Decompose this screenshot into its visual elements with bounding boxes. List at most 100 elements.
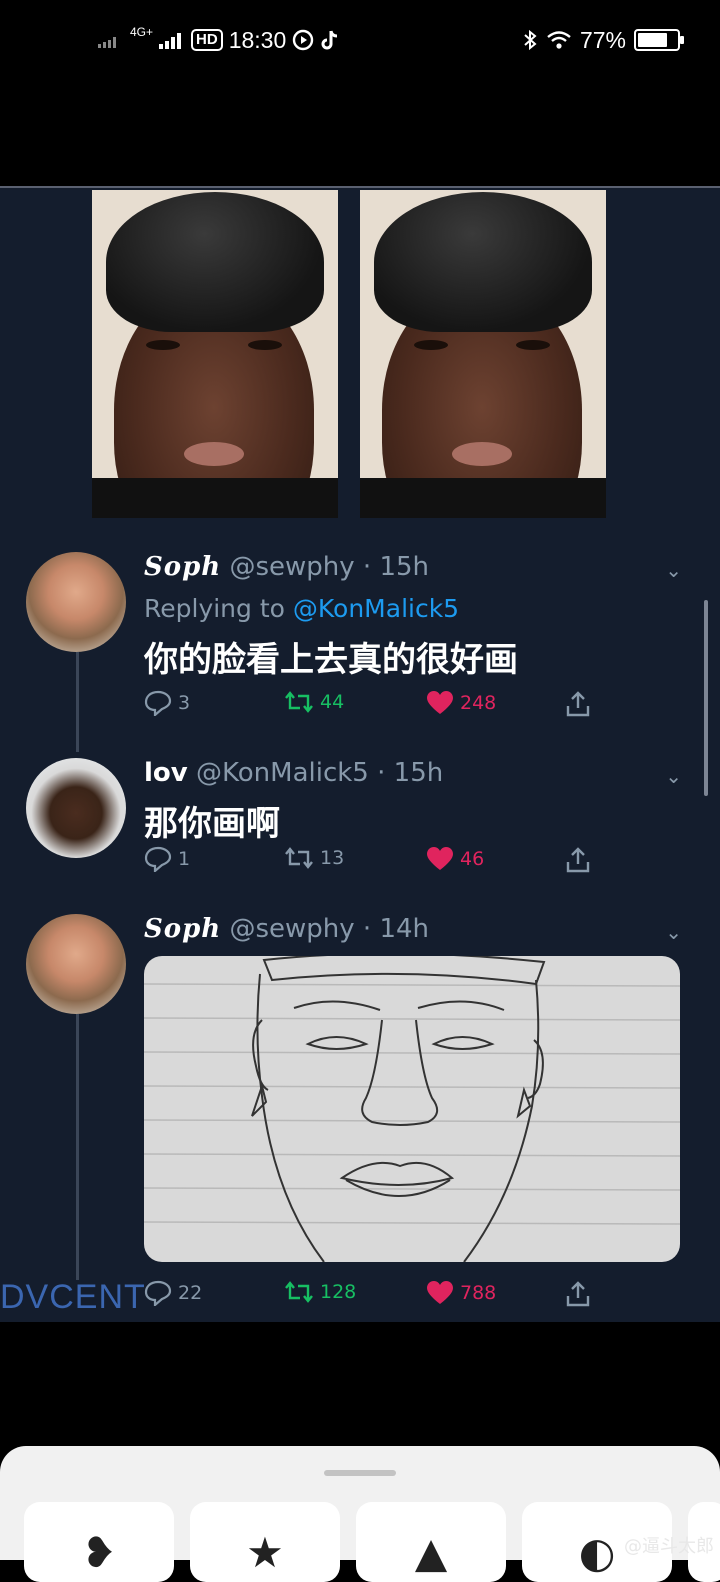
weibo-watermark: @逼斗太郎 — [624, 1536, 714, 1557]
shirt — [92, 478, 338, 518]
status-left: 4G+ HD 18:30 — [98, 22, 340, 58]
retweet-button[interactable]: 128 — [284, 1280, 356, 1304]
chevron-down-icon[interactable]: ⌄ — [665, 764, 682, 788]
scrollbar[interactable] — [704, 600, 708, 796]
like-count: 248 — [460, 692, 497, 714]
share-icon — [566, 691, 590, 717]
signal-strength-icon — [159, 33, 182, 49]
retweet-count: 13 — [320, 847, 345, 869]
status-right: 77% — [522, 22, 684, 58]
timestamp: · 15h — [362, 552, 430, 582]
portrait-photo-left — [92, 190, 338, 518]
network-label: 4G+ — [130, 25, 154, 39]
star-icon: ★ — [246, 1528, 284, 1577]
thread-line — [76, 1014, 79, 1280]
pin-icon: ▲ — [414, 1528, 448, 1577]
tweet-header: Soph @sewphy · 14h — [144, 914, 429, 944]
retweet-count: 44 — [320, 691, 345, 713]
replying-to: Replying to @KonMalick5 — [144, 594, 459, 623]
reply-button[interactable]: 22 — [144, 1280, 202, 1306]
replying-prefix: Replying to — [144, 594, 293, 623]
eye — [248, 340, 282, 350]
durag — [374, 192, 592, 332]
chevron-down-icon[interactable]: ⌄ — [665, 920, 682, 944]
sheet-action-tile[interactable]: ★ — [190, 1502, 340, 1582]
reply-count: 1 — [178, 848, 191, 870]
sheet-action-tile[interactable]: ▲ — [356, 1502, 506, 1582]
sheet-action-tile[interactable]: ❥ — [24, 1502, 174, 1582]
display-name[interactable]: lov — [144, 758, 188, 788]
chevron-down-icon[interactable]: ⌄ — [665, 558, 682, 582]
reply-icon — [144, 690, 172, 716]
avatar[interactable] — [26, 758, 126, 858]
eye — [146, 340, 180, 350]
retweet-button[interactable]: 13 — [284, 846, 344, 870]
eye — [414, 340, 448, 350]
watermark: DVCENT — [0, 1278, 146, 1316]
tweet-actions: 3 44 248 — [144, 690, 604, 724]
share-icon — [566, 847, 590, 873]
lips — [452, 442, 512, 466]
tweet-actions: 22 128 788 — [144, 1280, 604, 1314]
mention-link[interactable]: @KonMalick5 — [293, 594, 459, 623]
reply-count: 22 — [178, 1282, 203, 1304]
timestamp: · 14h — [362, 914, 430, 944]
play-icon — [293, 29, 314, 51]
share-button[interactable] — [564, 846, 592, 874]
pencil-sketch — [144, 956, 680, 1262]
reply-icon — [144, 846, 172, 872]
timestamp: · 15h — [377, 758, 444, 788]
lips — [184, 442, 244, 466]
like-count: 46 — [460, 848, 485, 870]
retweet-icon — [285, 847, 313, 869]
hd-voice-icon: HD — [191, 29, 223, 51]
status-bar: 4G+ HD 18:30 77% — [0, 0, 720, 66]
heart-icon — [427, 1281, 453, 1304]
like-button[interactable]: 46 — [426, 846, 484, 872]
display-name[interactable]: Soph — [144, 914, 221, 944]
eye — [516, 340, 550, 350]
handle[interactable]: @sewphy — [229, 552, 354, 582]
tweet-header: Soph @sewphy · 15h — [144, 552, 429, 582]
retweet-count: 128 — [320, 1281, 357, 1303]
heart-icon — [427, 847, 453, 870]
battery-percent: 77% — [579, 26, 626, 53]
avatar[interactable] — [26, 914, 126, 1014]
sheet-drag-handle[interactable] — [324, 1470, 396, 1476]
heart-icon — [427, 691, 453, 714]
retweet-button[interactable]: 44 — [284, 690, 344, 714]
display-name[interactable]: Soph — [144, 552, 221, 582]
handle[interactable]: @KonMalick5 — [196, 758, 369, 788]
tweet-text: 那你画啊 — [144, 804, 280, 844]
durag — [106, 192, 324, 332]
share-sheet: ❥ ★ ▲ ◐ — [0, 1446, 720, 1582]
wifi-icon — [547, 31, 571, 49]
tweet-thread-screenshot: Soph @sewphy · 15h ⌄ Replying to @KonMal… — [0, 186, 720, 1322]
battery-fill — [638, 33, 667, 47]
bluetooth-icon — [524, 29, 537, 51]
reply-icon — [144, 1280, 172, 1306]
tweet-text: 你的脸看上去真的很好画 — [144, 640, 518, 680]
share-icon — [566, 1281, 590, 1307]
reply-button[interactable]: 3 — [144, 690, 190, 716]
like-button[interactable]: 788 — [426, 1280, 496, 1306]
share-button[interactable] — [564, 1280, 592, 1308]
tweet-header: lov @KonMalick5 · 15h — [144, 758, 443, 788]
like-count: 788 — [460, 1282, 497, 1304]
thread-line — [76, 652, 79, 752]
heart-broken-icon: ❥ — [81, 1528, 117, 1577]
battery-icon — [634, 29, 684, 51]
avatar[interactable] — [26, 552, 126, 652]
reply-button[interactable]: 1 — [144, 846, 190, 872]
shirt — [360, 478, 606, 518]
signal-icon — [98, 37, 116, 48]
sketch-image[interactable] — [144, 956, 680, 1262]
retweet-icon — [285, 691, 313, 713]
more-icon: ◐ — [578, 1528, 616, 1577]
reply-count: 3 — [178, 692, 191, 714]
tiktok-icon — [321, 30, 338, 50]
like-button[interactable]: 248 — [426, 690, 496, 716]
portrait-photo-right — [360, 190, 606, 518]
share-button[interactable] — [564, 690, 592, 718]
handle[interactable]: @sewphy — [229, 914, 354, 944]
